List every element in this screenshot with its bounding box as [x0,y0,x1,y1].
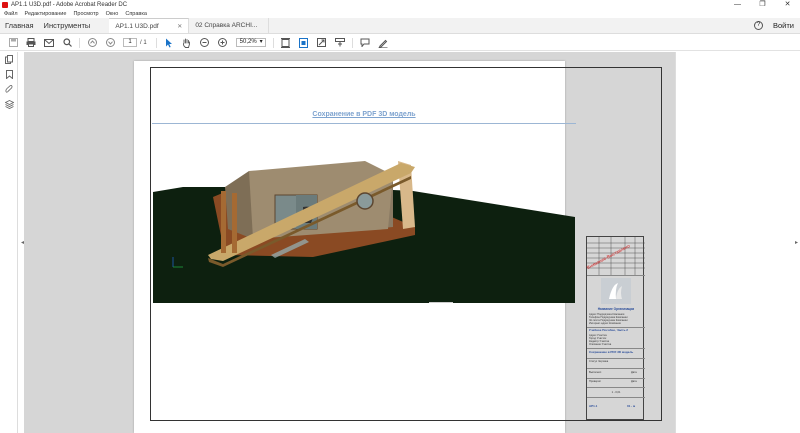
attachments-icon[interactable] [0,82,18,97]
close-tab-icon[interactable]: ✕ [177,23,182,30]
print-icon[interactable] [26,38,36,48]
close-window-button[interactable]: ✕ [775,0,800,10]
tab-bar: Главная Инструменты AP1.1 U3D.pdf ✕ 02 С… [0,18,800,34]
measure-tool-icon[interactable] [334,38,345,48]
tab-bar-right: ? Войти [754,18,800,33]
document-tab-active[interactable]: AP1.1 U3D.pdf ✕ [109,18,190,33]
title-block-divider [587,275,645,276]
sheet-caption: Сохранение в PDF 3D модель [589,350,634,354]
menu-view[interactable]: Просмотр [73,11,98,17]
title-bar: AP1.1 U3D.pdf - Adobe Acrobat Reader DC … [0,0,800,10]
date-label: Дата [631,371,637,374]
toolbar-separator [351,37,353,48]
expand-right-panel-icon[interactable]: ▸ [795,239,798,246]
organization-name: Название Организации [597,307,635,311]
help-icon[interactable]: ? [754,21,763,30]
bookmarks-icon[interactable] [0,67,18,82]
left-navigation-panel: ◂ [0,52,24,433]
pdf-page: Сохранение в PDF 3D модель Внимание-Выст… [134,61,662,433]
toolbar-separator [155,37,157,48]
menu-help[interactable]: Справка [125,11,147,17]
project-name: Учебное Пособие, Часть 2 [589,328,628,332]
fit-width-icon[interactable] [299,37,309,48]
page-thumbnails-icon[interactable] [0,52,18,67]
layers-icon[interactable] [0,97,18,112]
save-icon[interactable] [8,38,18,48]
fit-page-icon[interactable] [281,37,291,48]
sheet-scale: 01 - м [627,404,636,408]
comment-icon[interactable] [360,38,370,48]
drawing-status: Статус Чертежа [589,360,609,363]
zoom-level-dropdown[interactable]: 50,2% [235,38,266,47]
zoom-in-icon[interactable] [218,38,228,48]
restore-button[interactable]: ❐ [750,0,775,10]
collapse-left-panel-icon[interactable]: ◂ [0,239,24,246]
minimize-button[interactable]: — [725,0,750,10]
document-title[interactable]: Сохранение в PDF 3D модель [294,111,434,118]
project-line: Описание Участка [589,343,612,346]
right-tools-panel: ▸ [675,52,800,433]
title-underline [152,123,576,124]
window-title: AP1.1 U3D.pdf - Adobe Acrobat Reader DC [11,2,128,8]
next-page-icon[interactable] [105,38,115,48]
search-icon[interactable] [62,38,72,48]
document-tab-label: 02 Справка ARCHI... [195,22,258,29]
zoom-out-icon[interactable] [200,38,210,48]
previous-page-icon[interactable] [87,38,97,48]
menu-file[interactable]: Файл [4,11,18,17]
tab-home[interactable]: Главная [0,18,39,33]
document-workspace: Сохранение в PDF 3D модель Внимание-Выст… [24,52,675,433]
document-tab[interactable]: 02 Справка ARCHI... [189,18,270,33]
title-block-divider [587,358,645,359]
toolbar-separator [272,37,274,48]
title-block-divider [587,378,645,379]
window-controls: — ❐ ✕ [725,0,800,10]
title-block-divider [587,348,645,349]
main-toolbar: 1 / 1 50,2% [0,35,800,51]
document-tab-label: AP1.1 U3D.pdf [115,22,159,30]
title-block-divider [587,368,645,369]
select-cursor-icon[interactable] [164,38,174,48]
toolbar-separator [79,37,80,48]
signin-button[interactable]: Войти [773,21,794,30]
date-value: 1 - 0,01 [611,391,621,394]
title-block: Внимание-Выставлено Название Организации… [586,236,645,420]
menu-window[interactable]: Окно [106,11,119,17]
tab-tools[interactable]: Инструменты [39,18,96,33]
3d-model-view[interactable] [153,157,575,303]
page-number-input[interactable]: 1 [123,38,137,47]
org-line: Интернет-адрес Компании [589,322,621,325]
full-screen-icon[interactable] [317,38,327,48]
draw-pen-icon[interactable] [378,38,388,48]
acrobat-app-icon [2,2,8,8]
organization-logo-icon [601,278,631,304]
page-total: / 1 [140,39,147,46]
title-block-divider [587,387,645,388]
date-label: Дата [631,380,637,383]
menu-bar: Файл Редактирование Просмотр Окно Справк… [0,10,800,18]
title-block-divider [587,397,645,398]
menu-edit[interactable]: Редактирование [25,11,67,17]
email-icon[interactable] [44,38,54,48]
hand-tool-icon[interactable] [182,38,192,48]
